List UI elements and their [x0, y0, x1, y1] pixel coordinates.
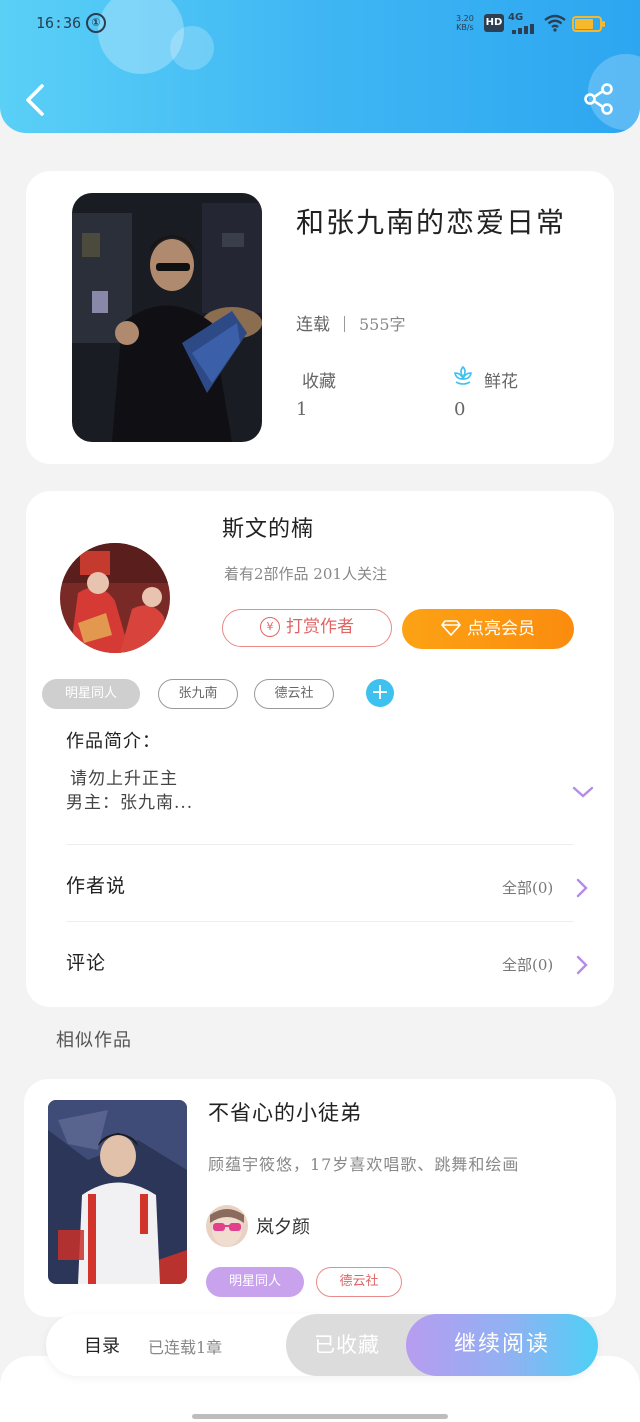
author-stats: 着有2部作品 201人关注	[224, 565, 387, 583]
flowers-value: 0	[454, 399, 466, 420]
bottom-action-bar: 目录 已连载1章 已收藏 继续阅读	[46, 1314, 598, 1376]
status-time: 16:36	[36, 14, 82, 32]
network-type: 4G	[508, 12, 524, 23]
author-name[interactable]: 斯文的楠	[222, 511, 314, 543]
hd-icon: HD	[484, 14, 504, 32]
network-speed-unit: KB/s	[456, 23, 474, 32]
book-meta: 连载 555字	[296, 310, 406, 335]
expand-chevron-down-icon[interactable]	[572, 785, 594, 799]
book-cover-image[interactable]	[72, 193, 262, 442]
author-says-label[interactable]: 作者说	[66, 871, 126, 898]
similar-works-heading: 相似作品	[56, 1030, 132, 1051]
intro-line: 请勿上升正主	[70, 769, 178, 789]
notification-icon: ①	[86, 13, 106, 33]
similar-work-cover-image[interactable]	[48, 1100, 187, 1284]
book-status: 连载	[296, 315, 330, 335]
network-speed-value: 3.20	[456, 14, 474, 23]
home-indicator[interactable]	[192, 1414, 448, 1419]
favorites-label: 收藏	[302, 372, 336, 392]
author-avatar[interactable]	[60, 543, 170, 653]
continue-reading-button[interactable]: 继续阅读	[406, 1314, 598, 1376]
wifi-icon	[544, 14, 566, 32]
author-says-all-link[interactable]: 全部(0)	[502, 877, 553, 898]
comments-label[interactable]: 评论	[66, 948, 106, 975]
diamond-icon	[441, 620, 461, 636]
similar-work-title[interactable]: 不省心的小徒弟	[208, 1097, 362, 1127]
reward-author-button[interactable]: ¥ 打赏作者	[222, 609, 392, 647]
similar-work-card[interactable]: 不省心的小徒弟 顾蕴宇筱悠，17岁喜欢唱歌、跳舞和绘画 岚夕颜 明星同人 德云社	[24, 1079, 616, 1317]
similar-work-description: 顾蕴宇筱悠，17岁喜欢唱歌、跳舞和绘画	[208, 1155, 520, 1174]
decorative-bubble	[98, 0, 184, 74]
add-tag-button[interactable]: +	[366, 679, 394, 707]
flower-icon[interactable]	[452, 365, 474, 387]
chapter-status: 已连载1章	[148, 1338, 223, 1357]
book-info-card: 和张九南的恋爱日常 连载 555字 收藏 1 鲜花 0	[26, 171, 614, 464]
reward-author-label: 打赏作者	[286, 617, 354, 637]
book-title: 和张九南的恋爱日常	[296, 206, 567, 239]
table-of-contents-button[interactable]: 目录	[84, 1332, 120, 1358]
favorites-value: 1	[296, 399, 308, 420]
meta-divider	[344, 316, 345, 332]
chevron-right-icon[interactable]	[576, 955, 588, 975]
similar-work-author-name[interactable]: 岚夕颜	[256, 1213, 310, 1239]
tag-item[interactable]: 德云社	[254, 679, 334, 709]
comments-all-link[interactable]: 全部(0)	[502, 954, 553, 975]
similar-work-author-avatar[interactable]	[206, 1205, 248, 1247]
similar-work-tag[interactable]: 明星同人	[206, 1267, 304, 1297]
signal-icon	[512, 24, 538, 34]
divider	[66, 844, 574, 845]
divider	[66, 921, 574, 922]
tag-item[interactable]: 张九南	[158, 679, 238, 709]
vip-button[interactable]: 点亮会员	[402, 609, 574, 649]
vip-label: 点亮会员	[467, 619, 535, 639]
top-header: 16:36 ① 3.20 KB/s HD 4G	[0, 0, 640, 133]
flowers-label: 鲜花	[484, 372, 518, 392]
chevron-right-icon[interactable]	[576, 878, 588, 898]
tag-item[interactable]: 明星同人	[42, 679, 140, 709]
similar-work-tag[interactable]: 德云社	[316, 1267, 402, 1297]
coin-icon: ¥	[260, 617, 280, 637]
decorative-bubble	[170, 26, 214, 70]
intro-line: 男主：张九南...	[66, 793, 194, 813]
intro-text: 请勿上升正主 男主：张九南...	[66, 767, 193, 815]
word-count: 555字	[359, 315, 406, 334]
network-speed: 3.20 KB/s	[456, 14, 474, 32]
intro-label: 作品简介：	[66, 731, 161, 752]
battery-icon	[572, 16, 605, 32]
back-button[interactable]	[20, 82, 50, 118]
author-card: 斯文的楠 着有2部作品 201人关注 ¥ 打赏作者 点亮会员 明星同人 张九南 德…	[26, 491, 614, 1007]
share-icon[interactable]	[582, 82, 616, 116]
